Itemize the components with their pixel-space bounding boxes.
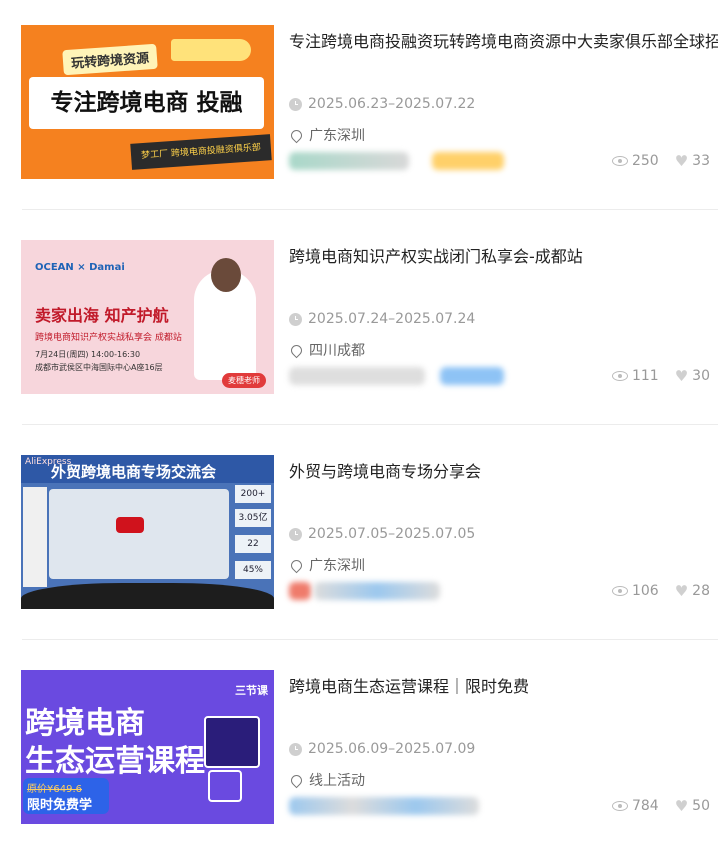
screen-illustration xyxy=(204,716,260,768)
like-count: 50 xyxy=(692,798,710,814)
heart-icon[interactable]: ♥ xyxy=(675,798,688,814)
thumb-headline: 外贸跨境电商专场交流会 xyxy=(51,463,217,481)
cart-illustration xyxy=(208,770,242,802)
platform-list xyxy=(23,487,47,587)
event-location: 线上活动 xyxy=(288,770,365,790)
event-stats: 784 ♥ 50 xyxy=(611,798,710,814)
view-count: 106 xyxy=(631,583,659,599)
thumb-stat: 200+ xyxy=(235,485,271,503)
airplane-graphic xyxy=(171,39,251,61)
event-title[interactable]: 跨境电商知识产权实战闭门私享会-成都站 xyxy=(289,243,718,267)
event-card[interactable]: OCEAN × Damai 卖家出海 知产护航 跨境电商知识产权实战私享会 成都… xyxy=(0,215,718,425)
map-highlight xyxy=(116,517,144,533)
thumb-info-date: 7月24日(周四) 14:00-16:30 xyxy=(35,350,141,359)
event-location: 广东深圳 xyxy=(288,555,365,575)
blurred-organizer xyxy=(289,152,409,170)
event-location: 四川成都 xyxy=(288,340,365,360)
like-count: 28 xyxy=(692,583,710,599)
event-thumbnail[interactable]: 玩转跨境资源 专注跨境电商 投融 梦工厂 跨境电商投融资俱乐部 xyxy=(21,25,274,179)
eye-icon xyxy=(611,586,628,596)
location-pin-icon xyxy=(288,772,305,788)
event-location: 广东深圳 xyxy=(288,125,365,145)
blurred-organizer xyxy=(314,582,440,600)
clock-icon xyxy=(289,312,302,326)
event-date-text: 2025.07.05–2025.07.05 xyxy=(308,526,476,542)
free-label: 限时免费学 xyxy=(27,798,93,813)
divider xyxy=(22,639,718,640)
thumb-headline: 专注跨境电商 投融 xyxy=(29,77,264,129)
location-pin-icon xyxy=(288,127,305,143)
blurred-organizer xyxy=(289,367,425,385)
event-date-text: 2025.07.24–2025.07.24 xyxy=(308,311,476,327)
event-stats: 111 ♥ 30 xyxy=(611,368,710,384)
event-thumbnail[interactable]: OCEAN × Damai 卖家出海 知产护航 跨境电商知识产权实战私享会 成都… xyxy=(21,240,274,394)
blurred-organizer xyxy=(289,797,479,815)
event-location-text: 线上活动 xyxy=(309,773,365,789)
like-count: 33 xyxy=(692,153,710,169)
view-count: 111 xyxy=(631,368,659,384)
event-thumbnail[interactable]: 三节课 跨境电商 生态运营课程 原价¥649.6 限时免费学 xyxy=(21,670,274,824)
event-card[interactable]: 三节课 跨境电商 生态运营课程 原价¥649.6 限时免费学 跨境电商生态运营课… xyxy=(0,645,718,845)
blurred-avatar xyxy=(289,582,311,600)
event-date: 2025.06.23–2025.07.22 xyxy=(289,96,475,112)
divider xyxy=(22,209,718,210)
event-card[interactable]: AliExpress 外贸跨境电商专场交流会 200+ 3.05亿 22 45%… xyxy=(0,430,718,640)
divider xyxy=(22,424,718,425)
event-location-text: 广东深圳 xyxy=(309,558,365,574)
event-stats: 106 ♥ 28 xyxy=(611,583,710,599)
thumb-stat: 3.05亿 xyxy=(235,509,271,527)
world-map xyxy=(49,489,229,579)
location-pin-icon xyxy=(288,342,305,358)
event-thumbnail[interactable]: AliExpress 外贸跨境电商专场交流会 200+ 3.05亿 22 45% xyxy=(21,455,274,609)
event-title[interactable]: 外贸与跨境电商专场分享会 xyxy=(289,458,718,482)
thumb-brand: 三节课 xyxy=(235,684,268,697)
event-title[interactable]: 跨境电商生态运营课程｜限时免费 xyxy=(289,673,718,697)
clock-icon xyxy=(289,527,302,541)
event-location-text: 广东深圳 xyxy=(309,128,365,144)
audience-silhouettes xyxy=(21,583,274,609)
original-price: 原价¥649.6 xyxy=(27,784,82,795)
event-location-text: 四川成都 xyxy=(309,343,365,359)
event-date-text: 2025.06.09–2025.07.09 xyxy=(308,741,476,757)
event-date: 2025.07.24–2025.07.24 xyxy=(289,311,475,327)
clock-icon xyxy=(289,97,302,111)
speaker-head xyxy=(211,258,241,292)
event-title[interactable]: 专注跨境电商投融资玩转跨境电商资源中大卖家俱乐部全球招 xyxy=(289,28,718,52)
thumb-tag: 玩转跨境资源 xyxy=(62,43,158,76)
thumb-stat: 45% xyxy=(235,561,271,579)
event-date: 2025.06.09–2025.07.09 xyxy=(289,741,475,757)
eye-icon xyxy=(611,156,628,166)
thumb-stat: 22 xyxy=(235,535,271,553)
thumb-headline: 卖家出海 知产护航 xyxy=(35,306,169,325)
blurred-tag xyxy=(432,152,504,170)
event-date-text: 2025.06.23–2025.07.22 xyxy=(308,96,476,112)
thumb-footer: 梦工厂 跨境电商投融资俱乐部 xyxy=(130,134,272,170)
eye-icon xyxy=(611,801,628,811)
clock-icon xyxy=(289,742,302,756)
speaker-badge: 麦穗老师 xyxy=(222,373,266,388)
like-count: 30 xyxy=(692,368,710,384)
view-count: 250 xyxy=(631,153,659,169)
thumb-subhead: 跨境电商知识产权实战私享会 成都站 xyxy=(35,333,182,343)
event-card[interactable]: 玩转跨境资源 专注跨境电商 投融 梦工厂 跨境电商投融资俱乐部 专注跨境电商投融… xyxy=(0,0,718,210)
heart-icon[interactable]: ♥ xyxy=(675,153,688,169)
thumb-info-place: 成都市武侯区中海国际中心A座16层 xyxy=(35,363,163,372)
blurred-tag xyxy=(440,367,504,385)
heart-icon[interactable]: ♥ xyxy=(675,583,688,599)
event-stats: 250 ♥ 33 xyxy=(611,153,710,169)
location-pin-icon xyxy=(288,557,305,573)
view-count: 784 xyxy=(631,798,659,814)
thumb-logo: OCEAN × Damai xyxy=(35,262,125,273)
heart-icon[interactable]: ♥ xyxy=(675,368,688,384)
event-date: 2025.07.05–2025.07.05 xyxy=(289,526,475,542)
thumb-info: 7月24日(周四) 14:00-16:30 成都市武侯区中海国际中心A座16层 xyxy=(35,348,163,374)
thumb-subheadline: 生态运营课程 xyxy=(25,744,205,779)
eye-icon xyxy=(611,371,628,381)
